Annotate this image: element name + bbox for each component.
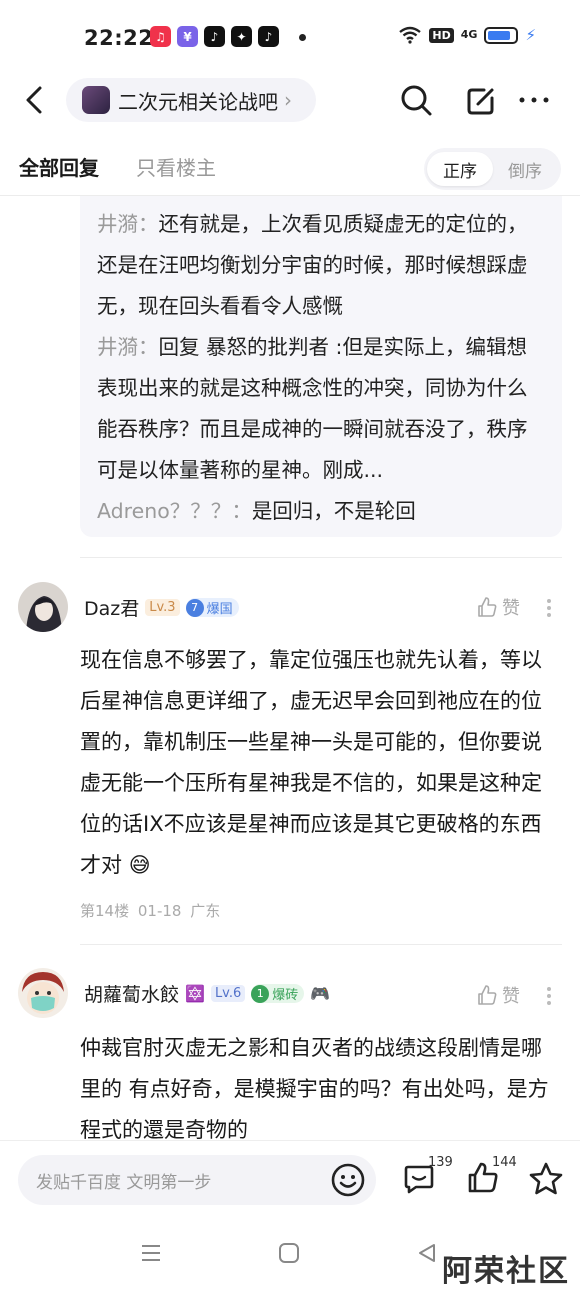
thumbs-up-icon — [478, 597, 497, 617]
member-badge: 1 爆砖 — [251, 984, 305, 1003]
battery-icon — [484, 26, 519, 44]
reply-filter-tabs: 全部回复 只看楼主 正序 倒序 — [0, 144, 580, 196]
forum-avatar — [82, 86, 110, 114]
like-label: 赞 — [502, 986, 520, 1007]
more-icon[interactable] — [516, 82, 552, 118]
sub-reply[interactable]: 井漪：回复 暴怒的批判者 :但是实际上，编辑想表现出来的就是这种概念性的冲突，同… — [97, 327, 546, 491]
avatar[interactable] — [18, 968, 68, 1018]
like-button[interactable]: 赞 — [476, 982, 520, 1008]
status-time: 22:22 — [84, 26, 154, 50]
thumbs-up-icon — [478, 985, 497, 1005]
post-content: 仲裁官肘灭虚无之影和自灭者的战绩这段剧情是哪里的 有点好奇，是模擬宇宙的吗？有出… — [80, 1028, 562, 1140]
sub-reply-author[interactable]: Adreno？？？ — [97, 499, 231, 523]
badge-number: 7 — [185, 598, 204, 617]
game-badge-icon: 🎮 — [310, 984, 331, 1003]
tab-lz-only[interactable]: 只看楼主 — [136, 152, 216, 181]
badge-label: 爆国 — [206, 602, 233, 617]
level-badge: Lv.6 — [210, 985, 246, 1002]
floor-number: 第14楼 — [80, 902, 130, 920]
username[interactable]: Daz君 — [84, 594, 139, 621]
bill-app-icon: ¥ — [177, 26, 198, 47]
post-location: 广东 — [190, 902, 221, 920]
sub-reply-text: 是回归，不是轮回 — [251, 499, 416, 523]
star-icon[interactable] — [528, 1161, 564, 1197]
home-icon[interactable] — [278, 1242, 300, 1264]
back-nav-icon[interactable] — [416, 1242, 438, 1264]
sub-reply-author[interactable]: 井漪 — [97, 212, 138, 236]
notification-icons: ♫ ¥ ♪ ✦ ♪ — [150, 26, 279, 47]
username[interactable]: 胡蘿蔔水餃 — [84, 980, 179, 1007]
search-icon[interactable] — [398, 82, 434, 118]
avatar-image — [18, 968, 68, 1018]
post-meta: 第14楼 01-18 广东 — [80, 900, 220, 921]
post-date: 01-18 — [137, 902, 182, 920]
network-type: 4G — [460, 28, 478, 41]
more-options-icon[interactable] — [544, 596, 554, 620]
post-text: 现在信息不够罢了，靠定位强压也就先认着，等以后星神信息更详细了，虚无迟早会回到祂… — [80, 648, 542, 877]
status-bar: 22:22 ♫ ¥ ♪ ✦ ♪ HD 4G ⚡ — [0, 0, 580, 76]
forum-link[interactable]: 二次元相关论战吧 › — [66, 78, 316, 122]
post-content: 现在信息不够罢了，靠定位强压也就先认着，等以后星神信息更详细了，虚无迟早会回到祂… — [80, 640, 562, 886]
tab-all-replies[interactable]: 全部回复 — [19, 152, 99, 181]
wifi-icon — [399, 26, 422, 44]
avatar[interactable] — [18, 582, 68, 632]
avatar-image — [18, 582, 68, 632]
badge-label: 爆砖 — [272, 988, 299, 1003]
back-icon[interactable] — [20, 82, 50, 118]
bottom-action-bar: 发贴千百度 文明第一步 139 144 — [0, 1140, 580, 1222]
comment-button[interactable]: 139 — [402, 1155, 453, 1199]
sparkle-app-icon: ✦ — [231, 26, 252, 47]
menu-icon[interactable] — [140, 1242, 162, 1264]
hd-badge: HD — [429, 27, 454, 43]
sub-reply-text: 回复 暴怒的批判者 :但是实际上，编辑想表现出来的就是这种概念性的冲突，同协为什… — [97, 335, 528, 482]
divider — [80, 557, 562, 558]
comment-count: 139 — [428, 1155, 453, 1170]
chevron-right-icon: › — [284, 88, 292, 112]
name-emoji: 🔯 — [185, 984, 205, 1003]
member-badge: 7 爆国 — [185, 598, 239, 617]
edit-icon[interactable] — [464, 82, 500, 118]
tiktok-icon: ♪ — [258, 26, 279, 47]
sub-reply-text: 还有就是，上次看见质疑虚无的定位的，还是在汪吧均衡划分宇宙的时候，那时候想踩虚无… — [97, 212, 528, 318]
reply-input[interactable]: 发贴千百度 文明第一步 — [18, 1155, 376, 1205]
sweat-smile-emoji: 😅 — [128, 853, 151, 877]
sub-reply-list[interactable]: 井漪：还有就是，上次看见质疑虚无的定位的，还是在汪吧均衡划分宇宙的时候，那时候想… — [80, 196, 562, 537]
sub-reply-separator: ： — [138, 335, 159, 359]
charging-icon: ⚡ — [525, 26, 536, 44]
sort-desc-button[interactable]: 倒序 — [492, 152, 558, 186]
sort-order-toggle: 正序 倒序 — [424, 148, 561, 190]
sort-asc-button[interactable]: 正序 — [427, 152, 493, 186]
sub-reply[interactable]: Adreno？？？：是回归，不是轮回 — [97, 491, 546, 532]
level-badge: Lv.3 — [145, 599, 180, 616]
badge-number: 1 — [251, 984, 270, 1003]
more-options-icon[interactable] — [544, 984, 554, 1008]
emoji-icon[interactable] — [331, 1163, 365, 1197]
sub-reply-separator: ： — [231, 499, 252, 523]
sub-reply-separator: ： — [138, 212, 159, 236]
music-app-icon: ♫ — [150, 26, 171, 47]
like-label: 赞 — [502, 598, 520, 619]
divider — [80, 944, 562, 945]
post-text: 仲裁官肘灭虚无之影和自灭者的战绩这段剧情是哪里的 有点好奇，是模擬宇宙的吗？有出… — [80, 1036, 549, 1140]
thread-like-button[interactable]: 144 — [466, 1155, 517, 1199]
reply-placeholder: 发贴千百度 文明第一步 — [36, 1172, 212, 1193]
more-notifications-dot — [299, 34, 306, 41]
watermark: 阿荣社区 — [442, 1254, 570, 1289]
sub-reply[interactable]: 井漪：还有就是，上次看见质疑虚无的定位的，还是在汪吧均衡划分宇宙的时候，那时候想… — [97, 204, 546, 327]
like-button[interactable]: 赞 — [476, 594, 520, 620]
top-nav: 二次元相关论战吧 › — [0, 76, 580, 124]
tiktok-icon: ♪ — [204, 26, 225, 47]
sub-reply-author[interactable]: 井漪 — [97, 335, 138, 359]
forum-name: 二次元相关论战吧 — [118, 89, 278, 114]
like-count: 144 — [492, 1155, 517, 1170]
